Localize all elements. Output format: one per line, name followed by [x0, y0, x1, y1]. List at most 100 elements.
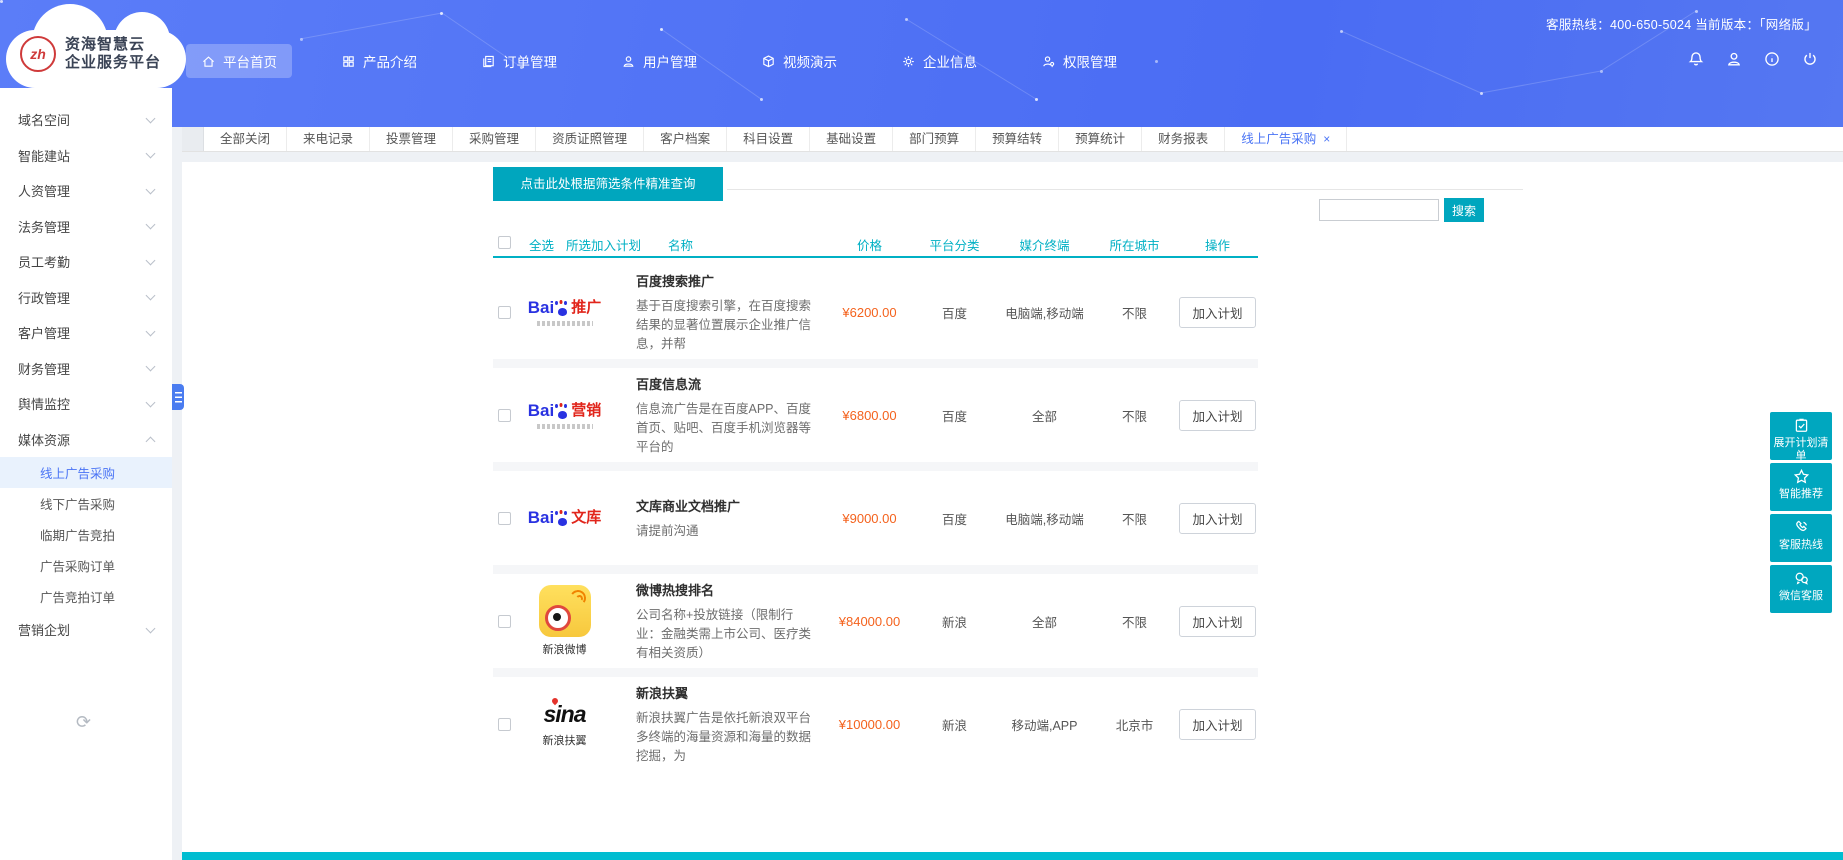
- nav-label: 企业信息: [923, 51, 977, 71]
- tab-budget-stats[interactable]: 预算统计: [1059, 127, 1142, 151]
- tab-procurement[interactable]: 采购管理: [453, 127, 536, 151]
- nav-item-products[interactable]: 产品介绍: [326, 44, 432, 78]
- logo-word: 营销: [571, 401, 601, 421]
- add-selected-to-plan-link[interactable]: 所选加入计划: [566, 235, 641, 254]
- product-platform: 百度: [912, 303, 997, 322]
- tab-close-all[interactable]: 全部关闭: [204, 127, 287, 151]
- product-city: 不限: [1092, 509, 1177, 528]
- person-icon: [621, 54, 636, 69]
- smart-recommend-button[interactable]: 智能推荐: [1770, 463, 1832, 511]
- search-button[interactable]: 搜索: [1444, 198, 1484, 222]
- tab-licenses[interactable]: 资质证照管理: [536, 127, 644, 151]
- add-to-plan-button[interactable]: 加入计划: [1179, 606, 1255, 637]
- sidebar-item-marketing[interactable]: 营销企划: [0, 612, 172, 648]
- add-to-plan-button[interactable]: 加入计划: [1179, 297, 1255, 328]
- table-row: Bai文库 文库商业文档推广 请提前沟通 ¥9000.00 百度 电脑端,移动端…: [493, 471, 1258, 565]
- row-checkbox[interactable]: [498, 718, 511, 731]
- tab-dept-budget[interactable]: 部门预算: [893, 127, 976, 151]
- sidebar-item-attendance[interactable]: 员工考勤: [0, 244, 172, 280]
- sidebar-subitem-offline-ad-purchase[interactable]: 线下广告采购: [0, 488, 172, 519]
- product-name: 文库商业文档推广: [636, 496, 813, 515]
- product-platform: 百度: [912, 406, 997, 425]
- sidebar-label: 法务管理: [18, 217, 70, 236]
- sidebar-item-media-resources[interactable]: 媒体资源: [0, 422, 172, 458]
- tab-online-ad-purchase[interactable]: 线上广告采购×: [1225, 127, 1347, 151]
- tab-call-records[interactable]: 来电记录: [287, 127, 370, 151]
- product-price: ¥9000.00: [827, 511, 912, 526]
- tab-home-square[interactable]: [182, 127, 204, 151]
- power-icon[interactable]: [1801, 50, 1819, 68]
- nav-item-permissions[interactable]: 权限管理: [1026, 44, 1132, 78]
- toolbar-divider: [727, 189, 1523, 190]
- sidebar-item-admin[interactable]: 行政管理: [0, 280, 172, 316]
- add-to-plan-button[interactable]: 加入计划: [1179, 400, 1255, 431]
- sidebar-subitem-ad-purchase-orders[interactable]: 广告采购订单: [0, 550, 172, 581]
- product-platform: 新浪: [912, 612, 997, 631]
- sidebar-item-legal[interactable]: 法务管理: [0, 209, 172, 245]
- row-checkbox[interactable]: [498, 409, 511, 422]
- header-icon-group: [1687, 50, 1819, 68]
- info-icon[interactable]: [1763, 50, 1781, 68]
- nav-item-enterprise-info[interactable]: 企业信息: [886, 44, 992, 78]
- sidebar-item-site-builder[interactable]: 智能建站: [0, 138, 172, 174]
- tab-basic-settings[interactable]: 基础设置: [810, 127, 893, 151]
- product-desc: 基于百度搜索引擎，在百度搜索结果的显著位置展示企业推广信息，并帮: [636, 297, 813, 354]
- floating-button-label: 微信客服: [1779, 590, 1823, 603]
- add-to-plan-button[interactable]: 加入计划: [1179, 709, 1255, 740]
- product-price: ¥10000.00: [827, 717, 912, 732]
- sidebar-item-finance[interactable]: 财务管理: [0, 351, 172, 387]
- select-all-checkbox[interactable]: [498, 236, 511, 249]
- product-city: 不限: [1092, 303, 1177, 322]
- sidebar-item-hr[interactable]: 人资管理: [0, 173, 172, 209]
- nav-item-orders[interactable]: 订单管理: [466, 44, 572, 78]
- nav-item-video-demo[interactable]: 视频演示: [746, 44, 852, 78]
- wechat-service-button[interactable]: 微信客服: [1770, 565, 1832, 613]
- tab-customer-files[interactable]: 客户档案: [644, 127, 727, 151]
- nav-label: 平台首页: [223, 51, 277, 71]
- nav-item-users[interactable]: 用户管理: [606, 44, 712, 78]
- tab-subjects[interactable]: 科目设置: [727, 127, 810, 151]
- row-checkbox[interactable]: [498, 615, 511, 628]
- nav-label: 订单管理: [503, 51, 557, 71]
- row-checkbox[interactable]: [498, 512, 511, 525]
- refresh-icon: ⟳: [76, 712, 91, 733]
- tab-voting[interactable]: 投票管理: [370, 127, 453, 151]
- service-hotline-button[interactable]: 客服热线: [1770, 514, 1832, 562]
- tab-budget-carryover[interactable]: 预算结转: [976, 127, 1059, 151]
- sidebar-subitem-online-ad-purchase[interactable]: 线上广告采购: [0, 457, 172, 488]
- user-icon[interactable]: [1725, 50, 1743, 68]
- product-desc: 公司名称+投放链接（限制行业：金融类需上市公司、医疗类有相关资质）: [636, 606, 813, 663]
- column-action: 操作: [1177, 235, 1258, 254]
- select-all-label[interactable]: 全选: [529, 235, 554, 254]
- row-gap: [493, 462, 1258, 471]
- nav-item-platform-home[interactable]: 平台首页: [186, 44, 292, 78]
- sidebar-subitem-expiring-ad-auction[interactable]: 临期广告竞拍: [0, 519, 172, 550]
- product-media: 电脑端,移动端: [997, 509, 1092, 528]
- sidebar-label: 行政管理: [18, 288, 70, 307]
- sidebar-item-customers[interactable]: 客户管理: [0, 315, 172, 351]
- close-icon[interactable]: ×: [1323, 132, 1330, 146]
- column-media: 媒介终端: [997, 235, 1092, 254]
- row-checkbox[interactable]: [498, 306, 511, 319]
- logo-card: zh 资海智慧云 企业服务平台: [6, 30, 186, 88]
- chevron-down-icon: [146, 397, 156, 407]
- product-platform: 新浪: [912, 715, 997, 734]
- sidebar-item-opinion-monitor[interactable]: 舆情监控: [0, 386, 172, 422]
- add-to-plan-button[interactable]: 加入计划: [1179, 503, 1255, 534]
- filter-query-button[interactable]: 点击此处根据筛选条件精准查询: [493, 167, 723, 201]
- bell-icon[interactable]: [1687, 50, 1705, 68]
- chevron-down-icon: [146, 184, 156, 194]
- expand-plan-list-button[interactable]: 展开计划清单: [1770, 412, 1832, 460]
- home-icon: [201, 54, 216, 69]
- column-city: 所在城市: [1092, 235, 1177, 254]
- tab-gap: [182, 153, 1843, 162]
- product-price: ¥6800.00: [827, 408, 912, 423]
- sidebar-subitem-ad-auction-orders[interactable]: 广告竞拍订单: [0, 581, 172, 612]
- row-gap: [493, 565, 1258, 574]
- sidebar-item-domain[interactable]: 域名空间: [0, 102, 172, 138]
- search-input[interactable]: [1319, 199, 1439, 221]
- sidebar-collapse-handle[interactable]: [172, 384, 184, 410]
- row-gap: [493, 668, 1258, 677]
- tab-financial-reports[interactable]: 财务报表: [1142, 127, 1225, 151]
- sidebar-label: 域名空间: [18, 110, 70, 129]
